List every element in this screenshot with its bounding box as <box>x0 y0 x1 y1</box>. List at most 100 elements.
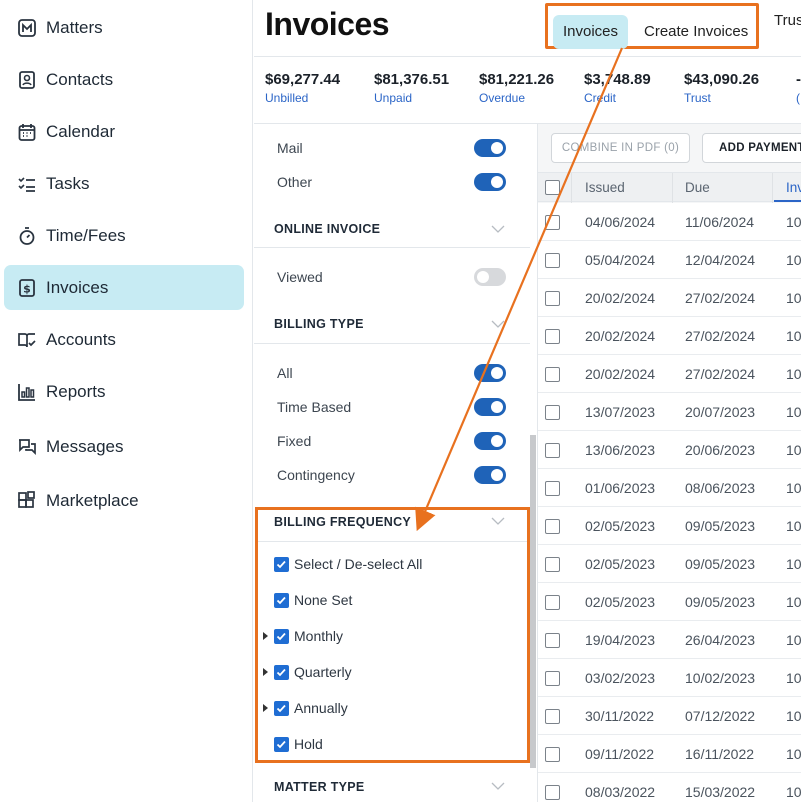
chevron-down-icon[interactable] <box>491 779 505 793</box>
sidebar-item-invoices[interactable]: $ Invoices <box>4 265 244 310</box>
stat-trust[interactable]: $43,090.26 Trust <box>684 71 759 105</box>
section-matter-type[interactable]: MATTER TYPE <box>274 780 365 794</box>
checkbox-checked[interactable] <box>274 700 289 716</box>
checkbox-checked[interactable] <box>274 736 289 752</box>
chevron-down-icon[interactable] <box>491 317 505 331</box>
sidebar-item-matters[interactable]: Matters <box>4 5 244 50</box>
section-online-invoice[interactable]: ONLINE INVOICE <box>274 222 380 236</box>
cell-invoice[interactable]: 100 <box>786 252 801 268</box>
toggle-other[interactable] <box>474 173 506 191</box>
sidebar-item-messages[interactable]: Messages <box>4 424 244 469</box>
cell-invoice[interactable]: 100 <box>786 442 801 458</box>
table-row[interactable]: 13/06/2023 20/06/2023 100 <box>538 431 801 469</box>
stat-overdue[interactable]: $81,221.26 Overdue <box>479 71 554 105</box>
column-header-invoice[interactable]: Inv <box>786 180 801 195</box>
toggle-all[interactable] <box>474 364 506 382</box>
row-checkbox[interactable] <box>545 367 560 382</box>
section-billing-type[interactable]: BILLING TYPE <box>274 317 364 331</box>
table-row[interactable]: 20/02/2024 27/02/2024 100 <box>538 355 801 393</box>
cell-invoice[interactable]: 100 <box>786 670 801 686</box>
sidebar-item-accounts[interactable]: Accounts <box>4 317 244 362</box>
stat-more[interactable]: - ( <box>796 71 801 105</box>
cell-invoice[interactable]: 100 <box>786 480 801 496</box>
checkbox-quarterly[interactable]: Quarterly <box>274 664 352 680</box>
row-checkbox[interactable] <box>545 291 560 306</box>
tab-trust[interactable]: Trus <box>774 12 801 29</box>
checkbox-checked[interactable] <box>274 664 289 680</box>
toggle-time-based[interactable] <box>474 398 506 416</box>
row-checkbox[interactable] <box>545 747 560 762</box>
checkbox-none-set[interactable]: None Set <box>274 592 352 608</box>
tab-create-invoices[interactable]: Create Invoices <box>644 15 748 49</box>
stat-unpaid[interactable]: $81,376.51 Unpaid <box>374 71 449 105</box>
table-row[interactable]: 30/11/2022 07/12/2022 100 <box>538 697 801 735</box>
table-row[interactable]: 01/06/2023 08/06/2023 100 <box>538 469 801 507</box>
checkbox-checked[interactable] <box>274 628 289 644</box>
cell-invoice[interactable]: 100 <box>786 556 801 572</box>
expand-caret-icon[interactable] <box>263 704 268 712</box>
cell-invoice[interactable]: 100 <box>786 518 801 534</box>
sidebar-item-tasks[interactable]: Tasks <box>4 161 244 206</box>
cell-invoice[interactable]: 100 <box>786 214 801 230</box>
checkbox-monthly[interactable]: Monthly <box>274 628 343 644</box>
chevron-down-icon[interactable] <box>491 222 505 236</box>
checkbox-select-all[interactable]: Select / De-select All <box>274 556 422 572</box>
filter-scrollbar[interactable] <box>530 435 536 768</box>
toggle-viewed[interactable] <box>474 268 506 286</box>
row-checkbox[interactable] <box>545 481 560 496</box>
row-checkbox[interactable] <box>545 671 560 686</box>
tab-invoices[interactable]: Invoices <box>553 15 629 49</box>
chevron-down-icon[interactable] <box>491 514 505 528</box>
row-checkbox[interactable] <box>545 785 560 800</box>
cell-invoice[interactable]: 100 <box>786 632 801 648</box>
table-row[interactable]: 08/03/2022 15/03/2022 100 <box>538 773 801 802</box>
checkbox-checked[interactable] <box>274 592 289 608</box>
row-checkbox[interactable] <box>545 329 560 344</box>
row-checkbox[interactable] <box>545 443 560 458</box>
sidebar-item-calendar[interactable]: Calendar <box>4 109 244 154</box>
cell-invoice[interactable]: 100 <box>786 784 801 800</box>
toggle-contingency[interactable] <box>474 466 506 484</box>
table-row[interactable]: 05/04/2024 12/04/2024 100 <box>538 241 801 279</box>
table-row[interactable]: 20/02/2024 27/02/2024 100 <box>538 317 801 355</box>
row-checkbox[interactable] <box>545 557 560 572</box>
sidebar-item-time-fees[interactable]: Time/Fees <box>4 213 244 258</box>
stat-unbilled[interactable]: $69,277.44 Unbilled <box>265 71 340 105</box>
row-checkbox[interactable] <box>545 253 560 268</box>
toggle-mail[interactable] <box>474 139 506 157</box>
add-payment-button[interactable]: ADD PAYMENT <box>702 133 801 163</box>
cell-invoice[interactable]: 100 <box>786 708 801 724</box>
cell-invoice[interactable]: 100 <box>786 328 801 344</box>
row-checkbox[interactable] <box>545 405 560 420</box>
checkbox-hold[interactable]: Hold <box>274 736 323 752</box>
table-row[interactable]: 03/02/2023 10/02/2023 100 <box>538 659 801 697</box>
row-checkbox[interactable] <box>545 633 560 648</box>
toggle-fixed[interactable] <box>474 432 506 450</box>
cell-invoice[interactable]: 100 <box>786 594 801 610</box>
checkbox-annually[interactable]: Annually <box>274 700 348 716</box>
sidebar-item-contacts[interactable]: Contacts <box>4 57 244 102</box>
column-header-issued[interactable]: Issued <box>585 180 625 195</box>
stat-credit[interactable]: $3,748.89 Credit <box>584 71 651 105</box>
table-row[interactable]: 09/11/2022 16/11/2022 100 <box>538 735 801 773</box>
cell-invoice[interactable]: 100 <box>786 290 801 306</box>
row-checkbox[interactable] <box>545 215 560 230</box>
sidebar-item-marketplace[interactable]: Marketplace <box>4 478 244 523</box>
column-header-due[interactable]: Due <box>685 180 710 195</box>
table-row[interactable]: 13/07/2023 20/07/2023 100 <box>538 393 801 431</box>
table-row[interactable]: 20/02/2024 27/02/2024 100 <box>538 279 801 317</box>
table-row[interactable]: 02/05/2023 09/05/2023 100 <box>538 583 801 621</box>
table-row[interactable]: 19/04/2023 26/04/2023 100 <box>538 621 801 659</box>
row-checkbox[interactable] <box>545 595 560 610</box>
section-billing-frequency[interactable]: BILLING FREQUENCY <box>274 515 411 529</box>
table-row[interactable]: 02/05/2023 09/05/2023 100 <box>538 507 801 545</box>
combine-pdf-button[interactable]: COMBINE IN PDF (0) <box>551 133 690 163</box>
cell-invoice[interactable]: 100 <box>786 746 801 762</box>
expand-caret-icon[interactable] <box>263 632 268 640</box>
row-checkbox[interactable] <box>545 709 560 724</box>
expand-caret-icon[interactable] <box>263 668 268 676</box>
cell-invoice[interactable]: 100 <box>786 366 801 382</box>
table-row[interactable]: 02/05/2023 09/05/2023 100 <box>538 545 801 583</box>
row-checkbox[interactable] <box>545 519 560 534</box>
cell-invoice[interactable]: 100 <box>786 404 801 420</box>
